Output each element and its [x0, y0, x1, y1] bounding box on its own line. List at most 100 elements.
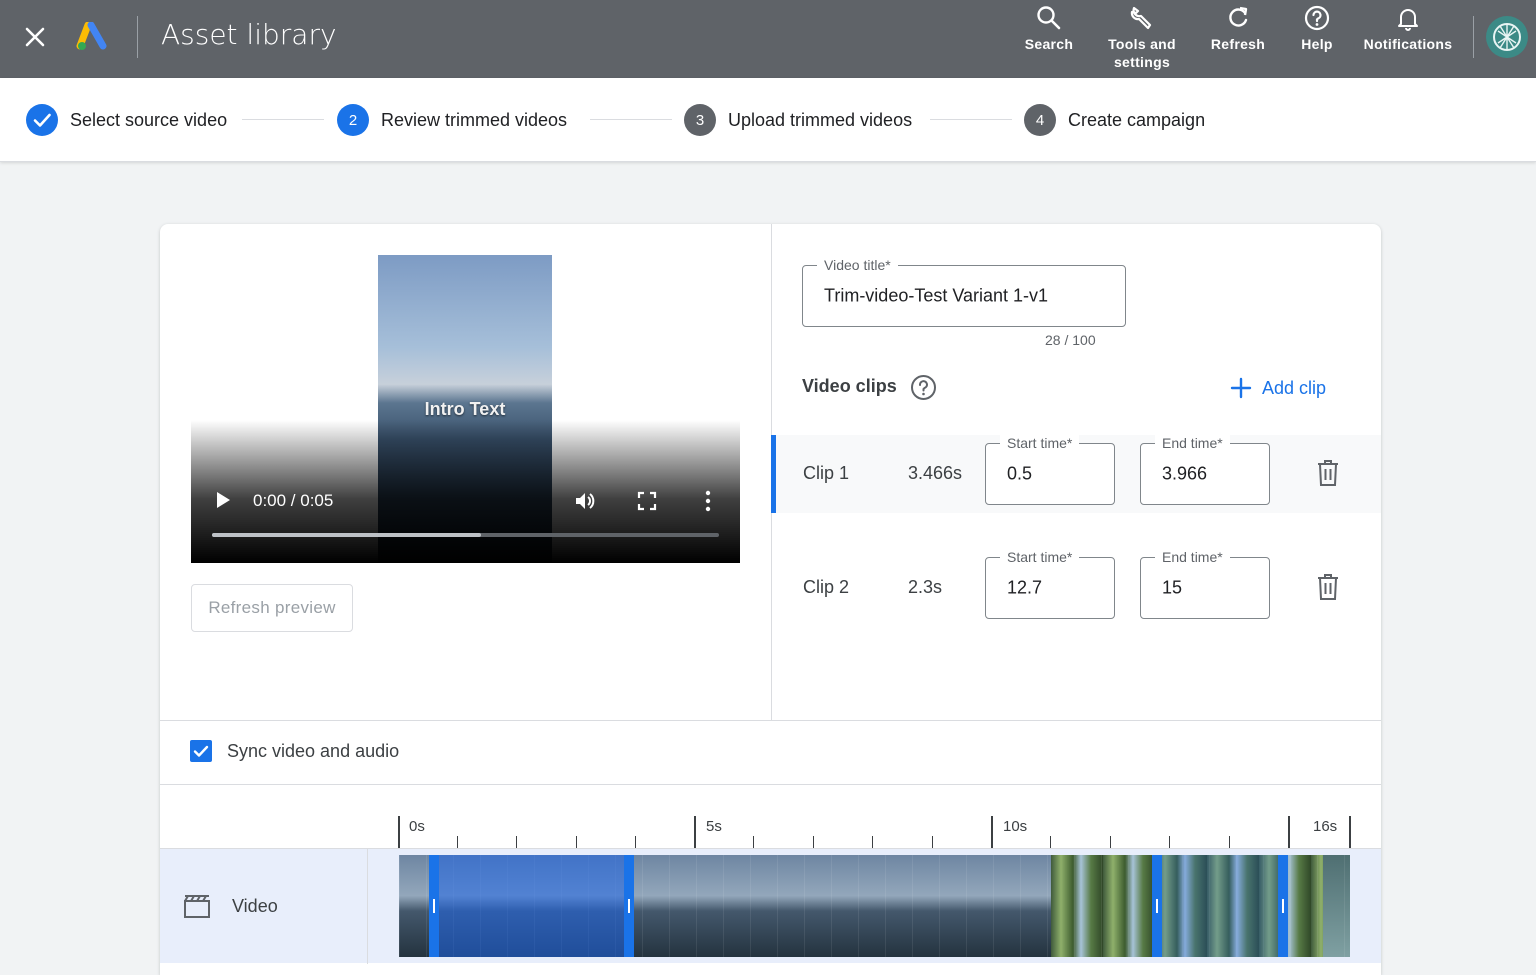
refresh-preview-button[interactable]: Refresh preview — [191, 584, 353, 632]
ruler-minor-tick — [516, 836, 518, 848]
playback-time: 0:00 / 0:05 — [253, 491, 334, 510]
avatar[interactable] — [1486, 16, 1528, 58]
ruler-minor-tick — [812, 836, 814, 848]
add-clip-label: Add clip — [1262, 377, 1327, 398]
ruler-major-tick — [398, 816, 400, 848]
ruler-major-tick — [1349, 816, 1351, 848]
trim-handle-right[interactable] — [628, 899, 631, 913]
trim-handle-left[interactable] — [1156, 899, 1159, 913]
trim-editor-card: Intro Text 0:00 / 0:05 Refresh preview V… — [160, 224, 1381, 975]
step-label: Create campaign — [1068, 109, 1206, 130]
ruler-minor-tick — [1169, 836, 1171, 848]
start-time-label: Start time* — [1000, 434, 1080, 452]
title-divider — [137, 16, 138, 58]
step-number: 3 — [684, 104, 716, 136]
start-time-input[interactable]: 12.7 — [1007, 578, 1042, 599]
clip-1-selection[interactable] — [428, 855, 635, 957]
clip-duration: 2.3s — [908, 577, 943, 597]
sync-checkbox[interactable] — [190, 740, 212, 762]
ruler-minor-tick — [457, 836, 459, 848]
ruler-minor-tick — [575, 836, 577, 848]
plus-icon — [1230, 377, 1252, 399]
step-label: Review trimmed videos — [381, 109, 568, 130]
ruler-minor-tick — [634, 836, 636, 848]
refresh-button[interactable]: Refresh — [1206, 4, 1270, 53]
step-complete-check — [26, 104, 58, 136]
step-label: Upload trimmed videos — [728, 109, 913, 130]
step-create-campaign[interactable]: 4 Create campaign — [1024, 104, 1205, 136]
help-icon[interactable] — [910, 374, 937, 401]
google-ads-logo — [76, 22, 107, 50]
ruler-label: 16s — [1313, 818, 1338, 835]
video-overlay-text: Intro Text — [424, 399, 506, 419]
step-label: Select source video — [70, 109, 228, 130]
add-clip-button[interactable]: Add clip — [1230, 374, 1326, 402]
step-upload-trimmed[interactable]: 3 Upload trimmed videos — [684, 104, 912, 136]
video-title-input[interactable]: Trim-video-Test Variant 1-v1 — [824, 286, 1048, 307]
step-connector — [590, 119, 672, 120]
clip-duration: 3.466s — [908, 463, 963, 483]
playback-progress-bar[interactable] — [212, 533, 719, 537]
title-char-counter: 28 / 100 — [1045, 332, 1096, 348]
tools-settings-label: Tools and settings — [1108, 36, 1176, 70]
fullscreen-icon[interactable] — [637, 491, 657, 511]
clip-end-time-field[interactable]: End time* 15 — [1140, 548, 1270, 619]
step-review-trimmed[interactable]: 2 Review trimmed videos — [337, 104, 567, 136]
ruler-label: 10s — [1003, 818, 1028, 835]
step-select-source[interactable]: Select source video — [26, 104, 227, 136]
refresh-icon — [1229, 6, 1248, 27]
close-icon[interactable] — [20, 22, 50, 52]
delete-clip-icon[interactable] — [1316, 573, 1340, 601]
stepper: Select source video 2 Review trimmed vid… — [0, 78, 1536, 162]
end-time-input[interactable]: 15 — [1162, 578, 1182, 599]
notifications-label: Notifications — [1363, 36, 1453, 52]
top-app-bar: Asset library Search Tools and settings … — [0, 0, 1536, 78]
video-title-field[interactable]: Video title* Trim-video-Test Variant 1-v… — [802, 256, 1126, 327]
playback-progress-fill — [212, 533, 481, 537]
play-icon[interactable] — [213, 489, 233, 511]
search-icon — [1037, 6, 1061, 30]
start-time-label: Start time* — [1000, 548, 1080, 566]
refresh-label: Refresh — [1210, 36, 1266, 52]
clip-name: Clip 1 — [803, 463, 850, 483]
ruler-label: 0s — [409, 818, 425, 835]
checkbox-check-icon — [193, 745, 209, 757]
clip-row-1[interactable]: Clip 1 3.466s Start time* 0.5 End time* … — [771, 434, 1381, 513]
start-time-input[interactable]: 0.5 — [1007, 464, 1032, 485]
check-icon — [33, 113, 51, 127]
help-button[interactable]: Help — [1294, 4, 1340, 53]
help-label: Help — [1301, 36, 1333, 52]
help-icon — [1304, 5, 1330, 31]
trim-handle-left[interactable] — [432, 899, 435, 913]
clip-start-time-field[interactable]: Start time* 0.5 — [985, 434, 1115, 505]
video-filmstrip[interactable] — [399, 855, 1350, 957]
clip-start-time-field[interactable]: Start time* 12.7 — [985, 548, 1115, 619]
clip-row-2[interactable]: Clip 2 2.3s Start time* 12.7 End time* 1… — [771, 548, 1381, 627]
clip-2-selection[interactable] — [1152, 855, 1289, 957]
clip-end-time-field[interactable]: End time* 3.966 — [1140, 434, 1270, 505]
video-player[interactable]: Intro Text 0:00 / 0:05 — [191, 255, 740, 563]
delete-clip-icon[interactable] — [1316, 459, 1340, 487]
track-header: Video — [160, 849, 368, 964]
video-clips-heading: Video clips — [802, 376, 897, 396]
end-time-input[interactable]: 3.966 — [1162, 464, 1207, 485]
more-vert-icon[interactable] — [703, 489, 713, 513]
timeline-ruler: 0s 5s 10s 16s — [398, 814, 1352, 848]
tools-settings-button[interactable]: Tools and settings — [1100, 4, 1184, 71]
app-title: Asset library — [161, 18, 337, 51]
video-title-label: Video title* — [817, 256, 898, 274]
notifications-button[interactable]: Notifications — [1358, 4, 1458, 53]
step-connector — [242, 119, 324, 120]
clip-name: Clip 2 — [803, 577, 850, 597]
volume-icon[interactable] — [573, 489, 597, 513]
ruler-minor-tick — [1109, 836, 1111, 848]
ruler-label: 5s — [706, 818, 722, 835]
movie-icon — [184, 895, 210, 918]
search-button[interactable]: Search — [1020, 4, 1078, 53]
ruler-major-tick — [991, 816, 993, 848]
end-time-label: End time* — [1155, 434, 1230, 452]
trim-handle-right[interactable] — [1282, 899, 1285, 913]
ruler-minor-tick — [872, 836, 874, 848]
video-track: Video — [160, 848, 1381, 964]
wrench-icon — [1130, 6, 1152, 30]
